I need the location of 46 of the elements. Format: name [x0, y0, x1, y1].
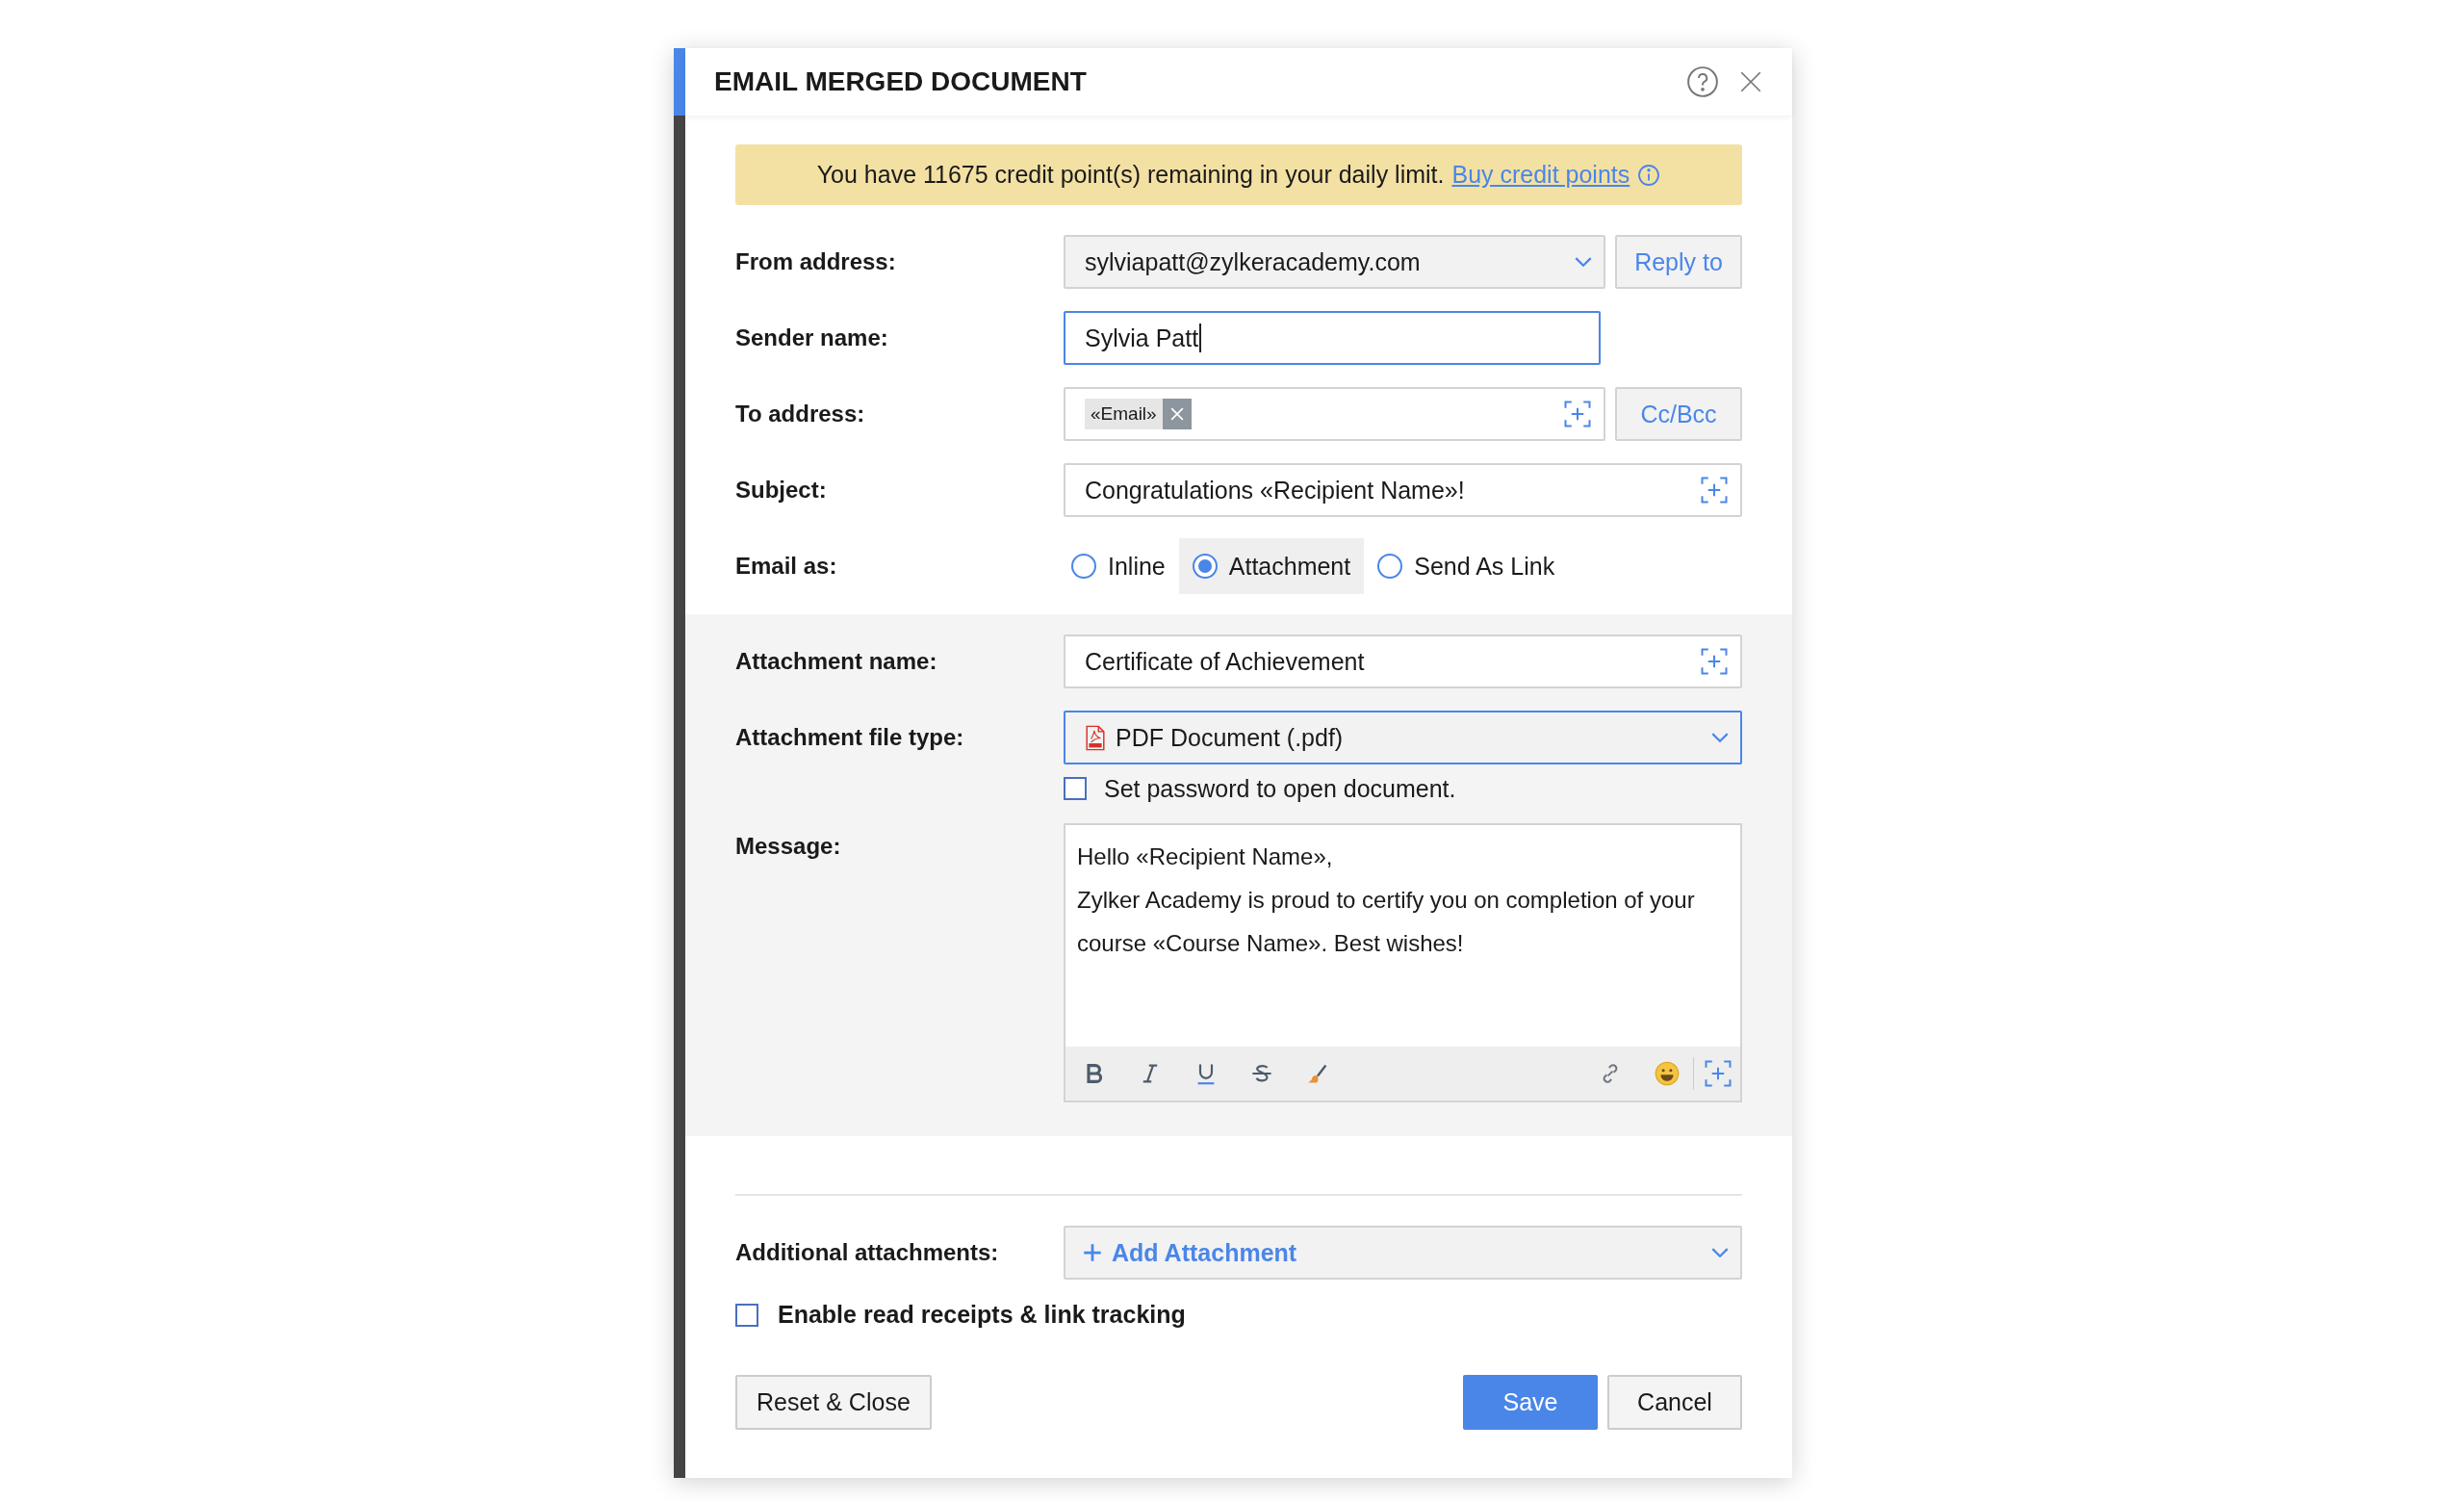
radio-option[interactable]: Attachment [1178, 538, 1365, 594]
notice-text: You have 11675 credit point(s) remaining in your daily limit. [816, 161, 1445, 189]
plus-icon [1083, 1243, 1102, 1262]
help-icon[interactable] [1686, 65, 1719, 98]
insert-field-icon[interactable] [1700, 647, 1729, 676]
message-editor[interactable]: Hello «Recipient Name», Zylker Academy is proud to certify you on completion of your course «Course Name». Best wishes! [1064, 823, 1742, 1102]
attachment-name-field[interactable]: Certificate of Achievement [1064, 634, 1742, 688]
sender-name-field[interactable]: Sylvia Patt [1064, 311, 1601, 365]
insert-field-icon[interactable] [1563, 400, 1592, 428]
chevron-down-icon [1711, 732, 1729, 743]
checkbox-label: Set password to open document. [1104, 774, 1456, 803]
emoji-icon[interactable] [1655, 1061, 1680, 1086]
field-label: Additional attachments: [735, 1239, 1000, 1266]
remove-token-icon[interactable] [1162, 399, 1192, 429]
info-icon[interactable] [1637, 163, 1661, 187]
field-label: Email as: [735, 553, 838, 580]
message-text: Hello «Recipient Name», [1077, 842, 1334, 871]
close-icon[interactable] [1738, 69, 1763, 94]
insert-field-icon[interactable] [1700, 476, 1729, 505]
save-button[interactable]: Save [1463, 1375, 1598, 1430]
checkbox-label: Enable read receipts & link tracking [778, 1301, 1186, 1329]
dialog-title: EMAIL MERGED DOCUMENT [714, 66, 1088, 97]
chevron-down-icon [1575, 256, 1592, 268]
field-label: Attachment file type: [735, 724, 965, 751]
reset-close-button[interactable]: Reset & Close [735, 1375, 932, 1430]
file-type-dropdown[interactable]: PDF Document (.pdf) [1064, 711, 1742, 764]
from-address-dropdown[interactable]: sylviapatt@zylkeracademy.com [1064, 235, 1605, 289]
to-address-field[interactable]: «Email» [1064, 387, 1605, 441]
pdf-file-icon [1085, 724, 1106, 751]
field-label: Subject: [735, 477, 828, 504]
cancel-button[interactable]: Cancel [1607, 1375, 1742, 1430]
insert-field-icon[interactable] [1704, 1059, 1732, 1088]
field-label: Attachment name: [735, 648, 938, 675]
radio-option[interactable]: Send As Link [1364, 538, 1569, 594]
subject-field[interactable]: Congratulations «Recipient Name»! [1064, 463, 1742, 517]
field-label: Sender name: [735, 324, 889, 351]
field-label: From address: [735, 248, 897, 275]
read-receipts-checkbox[interactable] [735, 1303, 758, 1327]
chevron-down-icon [1711, 1247, 1729, 1258]
radio-option[interactable]: Inline [1058, 538, 1179, 594]
message-text: Zylker Academy is proud to certify you on completion of your course «Course Name». Best wishes! [1077, 886, 1696, 958]
field-label: To address: [735, 401, 866, 427]
field-label: Message: [735, 832, 842, 860]
password-checkbox[interactable] [1064, 777, 1087, 800]
email-token: «Email» [1085, 399, 1163, 429]
brush-icon[interactable] [1306, 1062, 1329, 1085]
